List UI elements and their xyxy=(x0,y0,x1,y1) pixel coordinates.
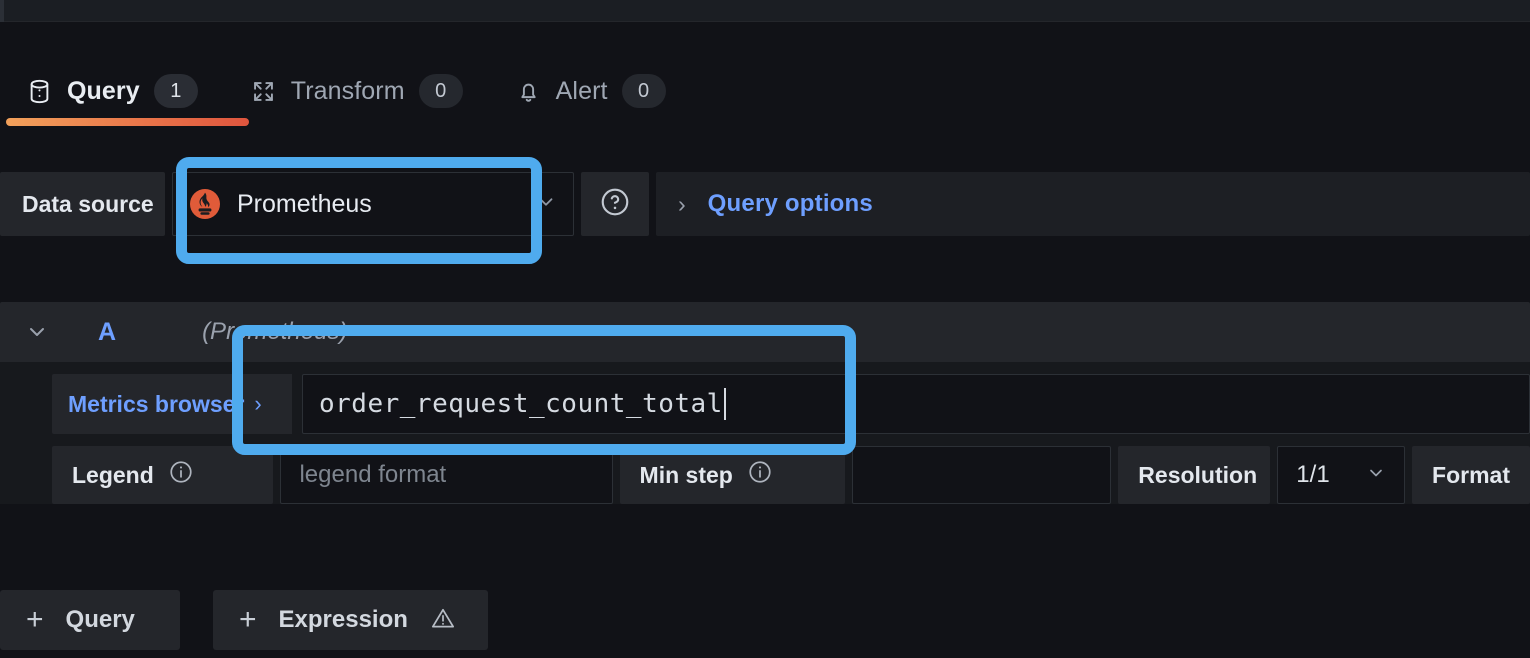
resolution-select[interactable]: 1/1 xyxy=(1277,446,1406,504)
data-source-selected-value: Prometheus xyxy=(237,189,372,218)
query-options-row: Legend legend format Min step Resolution… xyxy=(52,446,1530,504)
warning-triangle-icon xyxy=(430,605,456,636)
chevron-down-icon xyxy=(1366,463,1386,488)
tab-query[interactable]: Query 1 xyxy=(0,62,249,126)
legend-format-placeholder: legend format xyxy=(299,461,447,488)
resolution-label-text: Resolution xyxy=(1138,461,1258,488)
database-icon xyxy=(26,78,53,105)
tab-alert-label: Alert xyxy=(555,76,608,105)
legend-format-input[interactable]: legend format xyxy=(280,446,613,504)
tab-alert[interactable]: Alert 0 xyxy=(489,62,692,120)
question-circle-icon xyxy=(599,186,631,223)
query-ref-id[interactable]: A xyxy=(98,318,116,347)
metrics-expression-row: Metrics browser › order_request_count_to… xyxy=(52,374,1530,434)
transform-icon xyxy=(250,78,277,105)
add-expression-button[interactable]: + Expression xyxy=(213,590,488,650)
query-row-header: A (Prometheus) xyxy=(0,302,1530,362)
min-step-input[interactable] xyxy=(852,446,1112,504)
metrics-browser-label: Metrics browser xyxy=(68,390,245,417)
bell-icon xyxy=(515,78,542,105)
format-label-text: Format xyxy=(1432,461,1510,488)
info-circle-icon[interactable] xyxy=(747,459,773,491)
metrics-browser-button[interactable]: Metrics browser › xyxy=(52,374,292,434)
data-source-label: Data source xyxy=(0,172,165,236)
plus-icon: + xyxy=(239,603,257,636)
add-query-button[interactable]: + Query xyxy=(0,590,180,650)
query-row-a: A (Prometheus) Metrics browser › order_r… xyxy=(0,302,1530,504)
add-query-label: Query xyxy=(65,606,135,633)
data-source-row: Data source Prometheus › Query options xyxy=(0,172,1530,236)
panel-above-sliver xyxy=(0,0,1530,22)
prometheus-logo xyxy=(189,188,221,220)
tab-transform-label: Transform xyxy=(290,76,405,105)
info-circle-icon[interactable] xyxy=(168,459,194,491)
tab-query-label: Query xyxy=(67,76,140,105)
promql-expression-value: order_request_count_total xyxy=(319,389,723,419)
tab-alert-count: 0 xyxy=(621,74,666,108)
add-expression-label: Expression xyxy=(278,606,408,633)
query-options-label: Query options xyxy=(707,190,873,217)
min-step-label-text: Min step xyxy=(639,461,733,488)
tab-query-count: 1 xyxy=(153,74,198,108)
chevron-down-icon xyxy=(535,191,557,218)
query-row-body: Metrics browser › order_request_count_to… xyxy=(0,362,1530,504)
text-cursor xyxy=(723,388,726,420)
active-tab-underline xyxy=(6,118,249,126)
resolution-label: Resolution xyxy=(1118,446,1271,504)
plus-icon: + xyxy=(26,603,44,636)
editor-tab-bar: Query 1 Transform 0 Alert 0 xyxy=(0,22,1530,132)
chevron-right-icon: › xyxy=(254,391,262,416)
legend-label: Legend xyxy=(52,446,274,504)
legend-label-text: Legend xyxy=(72,461,154,488)
data-source-help-button[interactable] xyxy=(581,172,649,236)
min-step-label: Min step xyxy=(619,446,845,504)
query-options-toggle[interactable]: › Query options xyxy=(656,172,1530,236)
format-label: Format xyxy=(1412,446,1530,504)
tab-transform[interactable]: Transform 0 xyxy=(224,62,489,120)
data-source-picker[interactable]: Prometheus xyxy=(172,172,574,236)
tab-transform-count: 0 xyxy=(418,74,463,108)
chevron-right-icon: › xyxy=(678,190,686,217)
query-datasource-note: (Prometheus) xyxy=(202,318,348,345)
resolution-value: 1/1 xyxy=(1296,461,1330,488)
query-editor-pane: Query 1 Transform 0 Alert 0 Data source … xyxy=(0,0,1530,658)
promql-expression-input[interactable]: order_request_count_total xyxy=(302,374,1530,434)
query-footer-actions: + Query + Expression xyxy=(0,590,488,650)
query-collapse-toggle[interactable] xyxy=(24,319,50,345)
